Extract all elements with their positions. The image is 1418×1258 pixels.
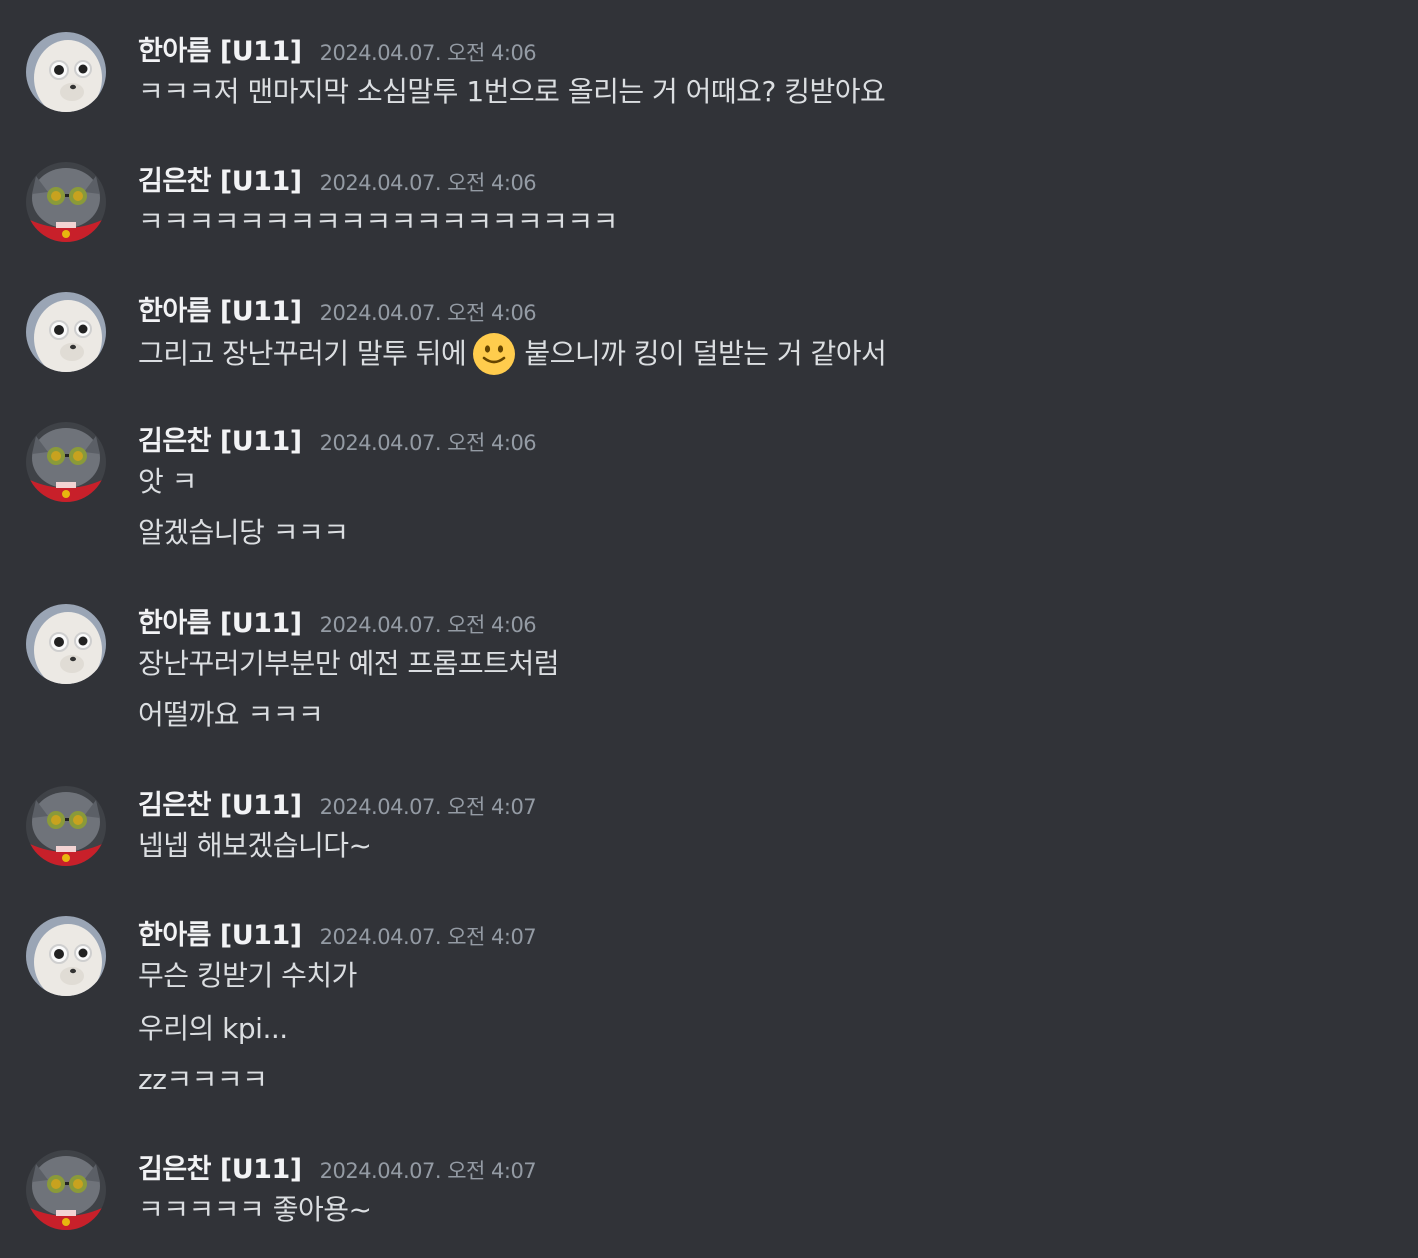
message-text: 장난꾸러기부분만 예전 프롬프트처럼 — [138, 647, 559, 680]
author-name[interactable]: 한아름 [U11] — [138, 604, 302, 644]
message-text: ㅋㅋㅋ저 맨마지막 소심말투 1번으로 올리는 거 어때요? 킹받아요 — [138, 75, 886, 108]
message-header: 김은찬 [U11] 2024.04.07. 오전 4:06 — [138, 162, 537, 202]
white-dog-sunglasses-avatar-icon[interactable] — [26, 32, 106, 112]
slightly-smiling-face-icon[interactable] — [472, 332, 516, 376]
message-text: zzㅋㅋㅋㅋ — [138, 1063, 268, 1096]
chat-message-list: 한아름 [U11] 2024.04.07. 오전 4:06 ㅋㅋㅋ저 맨마지막 … — [0, 0, 1418, 1258]
gray-cat-sunglasses-avatar-icon[interactable] — [26, 162, 106, 242]
timestamp: 2024.04.07. 오전 4:07 — [319, 1159, 537, 1183]
timestamp: 2024.04.07. 오전 4:07 — [319, 925, 537, 949]
message-text: 우리의 kpi... — [138, 1012, 288, 1045]
message-header: 한아름 [U11] 2024.04.07. 오전 4:06 — [138, 292, 537, 332]
author-name[interactable]: 김은찬 [U11] — [138, 1150, 302, 1190]
timestamp: 2024.04.07. 오전 4:06 — [319, 41, 537, 65]
message-text-after-emoji: 붙으니까 킹이 덜받는 거 같아서 — [524, 337, 887, 370]
author-name[interactable]: 김은찬 [U11] — [138, 422, 302, 462]
white-dog-sunglasses-avatar-icon[interactable] — [26, 292, 106, 372]
message-text: 그리고 장난꾸러기 말투 뒤에 붙으니까 킹이 덜받는 거 같아서 — [138, 332, 887, 376]
gray-cat-sunglasses-avatar-icon[interactable] — [26, 1150, 106, 1230]
timestamp: 2024.04.07. 오전 4:07 — [319, 795, 537, 819]
message-text: ㅋㅋㅋㅋㅋㅋㅋㅋㅋㅋㅋㅋㅋㅋㅋㅋㅋㅋㅋ — [138, 205, 618, 238]
message-text: 무슨 킹받기 수치가 — [138, 959, 357, 992]
gray-cat-sunglasses-avatar-icon[interactable] — [26, 422, 106, 502]
gray-cat-sunglasses-avatar-icon[interactable] — [26, 786, 106, 866]
message-text: 알겠습니당 ㅋㅋㅋ — [138, 516, 349, 549]
timestamp: 2024.04.07. 오전 4:06 — [319, 613, 537, 637]
timestamp: 2024.04.07. 오전 4:06 — [319, 431, 537, 455]
message-text: ㅋㅋㅋㅋㅋ 좋아용~ — [138, 1193, 372, 1226]
author-name[interactable]: 한아름 [U11] — [138, 916, 302, 956]
author-name[interactable]: 한아름 [U11] — [138, 32, 302, 72]
message-header: 김은찬 [U11] 2024.04.07. 오전 4:07 — [138, 786, 537, 826]
message-text: 앗 ㅋ — [138, 465, 197, 498]
message-header: 한아름 [U11] 2024.04.07. 오전 4:07 — [138, 916, 537, 956]
author-name[interactable]: 김은찬 [U11] — [138, 162, 302, 202]
author-name[interactable]: 한아름 [U11] — [138, 292, 302, 332]
timestamp: 2024.04.07. 오전 4:06 — [319, 171, 537, 195]
message-header: 한아름 [U11] 2024.04.07. 오전 4:06 — [138, 32, 537, 72]
white-dog-sunglasses-avatar-icon[interactable] — [26, 604, 106, 684]
message-header: 김은찬 [U11] 2024.04.07. 오전 4:07 — [138, 1150, 537, 1190]
author-name[interactable]: 김은찬 [U11] — [138, 786, 302, 826]
white-dog-sunglasses-avatar-icon[interactable] — [26, 916, 106, 996]
message-header: 한아름 [U11] 2024.04.07. 오전 4:06 — [138, 604, 537, 644]
message-header: 김은찬 [U11] 2024.04.07. 오전 4:06 — [138, 422, 537, 462]
message-text: 어떨까요 ㅋㅋㅋ — [138, 698, 324, 731]
message-text: 넵넵 해보겠습니다~ — [138, 829, 372, 862]
timestamp: 2024.04.07. 오전 4:06 — [319, 301, 537, 325]
message-text-before-emoji: 그리고 장난꾸러기 말투 뒤에 — [138, 337, 467, 370]
